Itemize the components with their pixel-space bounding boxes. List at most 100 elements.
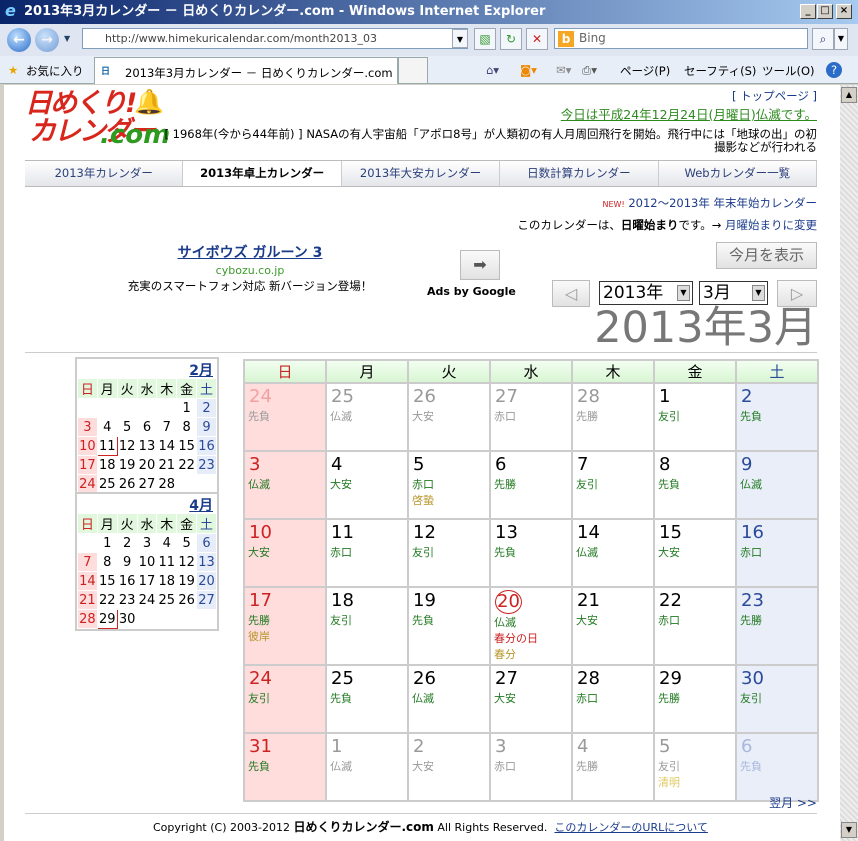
calendar-day-cell[interactable]: 2 大安 bbox=[407, 732, 491, 802]
minimize-button[interactable]: _ bbox=[800, 4, 816, 19]
calendar-day-cell[interactable]: 8 先負 bbox=[653, 450, 737, 520]
calendar-day-cell[interactable]: 27 赤口 bbox=[489, 382, 573, 452]
browser-tab[interactable]: 日 2013年3月カレンダー － 日めくりカレンダー.com bbox=[94, 57, 398, 84]
calendar-day-cell[interactable]: 9 仏滅 bbox=[735, 450, 819, 520]
calendar-day-cell[interactable]: 23 先勝 bbox=[735, 586, 819, 666]
calendar-day-cell[interactable]: 3 仏滅 bbox=[243, 450, 327, 520]
calendar-day-cell[interactable]: 20 仏滅 春分の日 春分 bbox=[489, 586, 573, 666]
mini-day[interactable]: 10 bbox=[77, 436, 98, 456]
feeds-icon[interactable]: ◙▾ bbox=[520, 63, 537, 77]
mini-day[interactable]: 4 bbox=[156, 533, 178, 553]
help-icon[interactable]: ? bbox=[826, 62, 842, 78]
address-bar[interactable]: http://www.himekuricalendar.com/month201… bbox=[82, 28, 468, 49]
calendar-day-cell[interactable]: 18 友引 bbox=[325, 586, 409, 666]
page-menu[interactable]: ページ(P) bbox=[620, 63, 670, 79]
mini-day[interactable]: 2 bbox=[196, 398, 217, 418]
calendar-day-cell[interactable]: 7 友引 bbox=[571, 450, 655, 520]
mini-day[interactable]: 8 bbox=[96, 552, 118, 572]
mini-day[interactable]: 17 bbox=[77, 455, 98, 475]
calendar-day-cell[interactable]: 5 赤口 啓蟄 bbox=[407, 450, 491, 520]
mini-day[interactable]: 12 bbox=[176, 552, 198, 572]
mini-day[interactable]: 1 bbox=[176, 398, 198, 418]
favorites-button[interactable]: お気に入り bbox=[26, 63, 84, 79]
mail-icon[interactable]: ✉▾ bbox=[556, 63, 571, 77]
mini-day[interactable]: 21 bbox=[77, 590, 98, 610]
calendar-day-cell[interactable]: 4 大安 bbox=[325, 450, 409, 520]
mini-day[interactable]: 30 bbox=[116, 609, 138, 629]
mini-day[interactable]: 9 bbox=[116, 552, 138, 572]
ad-title-link[interactable]: サイボウズ ガルーン 3 bbox=[120, 242, 380, 262]
calendar-day-cell[interactable]: 31 先負 bbox=[243, 732, 327, 802]
new-tab-button[interactable] bbox=[398, 57, 428, 84]
mini-day[interactable]: 11 bbox=[96, 436, 118, 456]
mini-day[interactable]: 26 bbox=[176, 590, 198, 610]
scroll-up-button[interactable]: ▲ bbox=[841, 87, 857, 103]
mini-day[interactable]: 19 bbox=[176, 571, 198, 591]
next-month-link[interactable]: 翌月 >> bbox=[769, 794, 817, 811]
mini-day[interactable]: 22 bbox=[176, 455, 198, 475]
mini-day[interactable]: 3 bbox=[77, 417, 98, 437]
search-input[interactable]: b Bing bbox=[554, 28, 808, 49]
monday-start-link[interactable]: 月曜始まりに変更 bbox=[725, 218, 817, 232]
month-select[interactable]: 3月 ▼ bbox=[699, 281, 768, 305]
mini-day[interactable]: 18 bbox=[156, 571, 178, 591]
mini-month-link[interactable]: 2月 bbox=[189, 363, 213, 379]
calendar-day-cell[interactable]: 25 先負 bbox=[325, 664, 409, 734]
mini-day[interactable]: 7 bbox=[156, 417, 178, 437]
mini-day[interactable]: 1 bbox=[96, 533, 118, 553]
calendar-day-cell[interactable]: 6 先負 bbox=[735, 732, 819, 802]
mini-day[interactable]: 28 bbox=[156, 474, 178, 494]
tools-menu[interactable]: ツール(O) bbox=[762, 63, 815, 79]
close-button[interactable]: × bbox=[836, 4, 852, 19]
show-this-month-button[interactable]: 今月を表示 bbox=[716, 242, 817, 269]
mini-day[interactable]: 3 bbox=[136, 533, 158, 553]
calendar-day-cell[interactable]: 1 友引 bbox=[653, 382, 737, 452]
mini-day[interactable]: 2 bbox=[116, 533, 138, 553]
mini-day[interactable]: 29 bbox=[96, 609, 118, 629]
calendar-day-cell[interactable]: 3 赤口 bbox=[489, 732, 573, 802]
nav-day-count[interactable]: 日数計算カレンダー bbox=[500, 161, 659, 186]
calendar-day-cell[interactable]: 5 友引 清明 bbox=[653, 732, 737, 802]
calendar-day-cell[interactable]: 28 先勝 bbox=[571, 382, 655, 452]
calendar-day-cell[interactable]: 19 先負 bbox=[407, 586, 491, 666]
mini-day[interactable]: 28 bbox=[77, 609, 98, 629]
calendar-day-cell[interactable]: 15 大安 bbox=[653, 518, 737, 588]
mini-day[interactable]: 9 bbox=[196, 417, 217, 437]
mini-day[interactable]: 4 bbox=[96, 417, 118, 437]
mini-day[interactable]: 17 bbox=[136, 571, 158, 591]
calendar-day-cell[interactable]: 10 大安 bbox=[243, 518, 327, 588]
calendar-day-cell[interactable]: 14 仏滅 bbox=[571, 518, 655, 588]
mini-day[interactable]: 15 bbox=[96, 571, 118, 591]
mini-day[interactable]: 26 bbox=[116, 474, 138, 494]
calendar-day-cell[interactable]: 16 赤口 bbox=[735, 518, 819, 588]
calendar-day-cell[interactable]: 12 友引 bbox=[407, 518, 491, 588]
calendar-day-cell[interactable]: 28 赤口 bbox=[571, 664, 655, 734]
mini-day[interactable]: 24 bbox=[136, 590, 158, 610]
mini-day[interactable]: 20 bbox=[136, 455, 158, 475]
mini-day[interactable]: 7 bbox=[77, 552, 98, 572]
calendar-day-cell[interactable]: 25 仏滅 bbox=[325, 382, 409, 452]
mini-month-link[interactable]: 4月 bbox=[189, 498, 213, 514]
refresh-button[interactable]: ↻ bbox=[500, 28, 522, 50]
mini-day[interactable]: 21 bbox=[156, 455, 178, 475]
calendar-day-cell[interactable]: 2 先負 bbox=[735, 382, 819, 452]
year-select[interactable]: 2013年 ▼ bbox=[599, 281, 693, 305]
ads-by-google[interactable]: Ads by Google bbox=[427, 285, 516, 298]
prev-month-button[interactable]: ◁ bbox=[552, 280, 590, 307]
mini-day[interactable]: 15 bbox=[176, 436, 198, 456]
forward-button[interactable]: → bbox=[35, 28, 59, 52]
mini-day[interactable]: 25 bbox=[96, 474, 118, 494]
mini-day[interactable]: 11 bbox=[156, 552, 178, 572]
calendar-day-cell[interactable]: 4 先勝 bbox=[571, 732, 655, 802]
mini-day[interactable]: 14 bbox=[156, 436, 178, 456]
home-icon[interactable]: ⌂▾ bbox=[486, 63, 499, 77]
calendar-day-cell[interactable]: 13 先負 bbox=[489, 518, 573, 588]
nav-web-calendars[interactable]: Webカレンダー一覧 bbox=[658, 161, 818, 186]
vertical-scrollbar[interactable]: ▲ ▼ bbox=[840, 85, 858, 841]
top-page-link[interactable]: [ トップページ ] bbox=[732, 88, 817, 104]
mini-day[interactable]: 25 bbox=[156, 590, 178, 610]
mini-day[interactable]: 20 bbox=[196, 571, 217, 591]
mini-day[interactable]: 19 bbox=[116, 455, 138, 475]
calendar-day-cell[interactable]: 29 先勝 bbox=[653, 664, 737, 734]
back-button[interactable]: ← bbox=[7, 28, 31, 52]
